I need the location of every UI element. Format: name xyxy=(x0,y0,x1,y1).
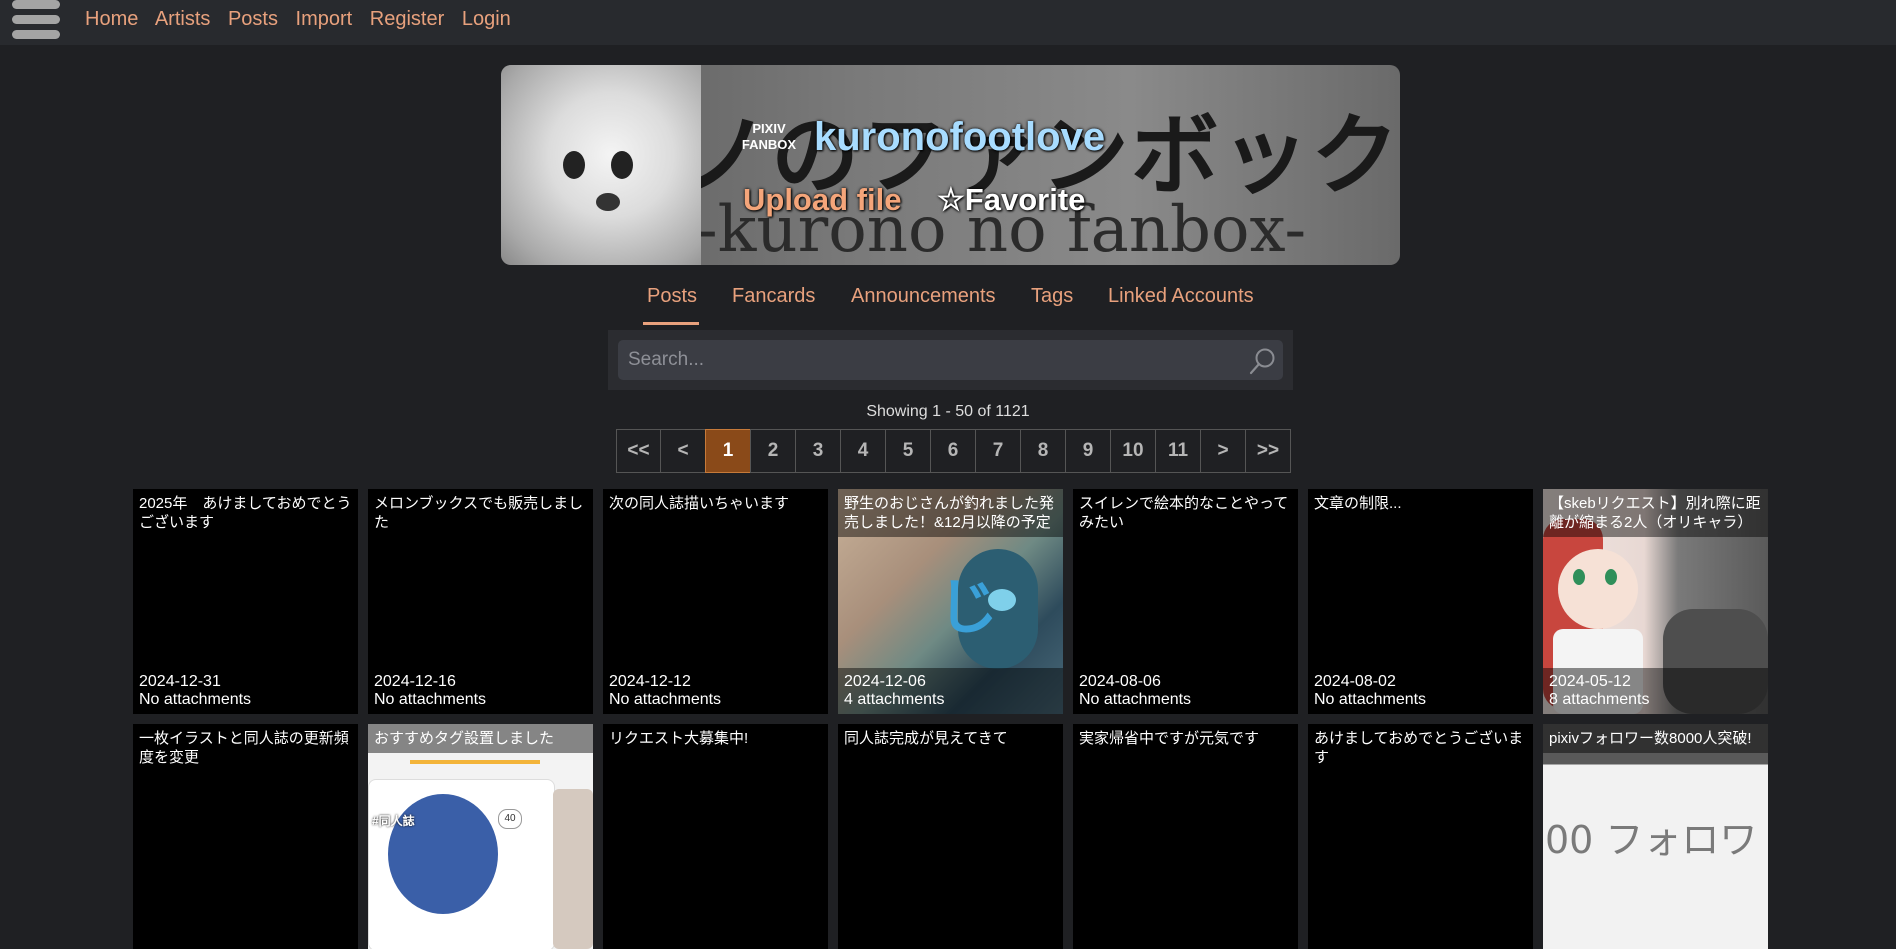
nav-links: Home Artists Posts Import Register Login xyxy=(85,8,523,31)
nav-register-link[interactable]: Register xyxy=(370,8,444,30)
post-footer: 2024-12-16 No attachments xyxy=(368,668,593,714)
post-thumbnail: #同人誌 40 xyxy=(368,724,593,949)
post-card[interactable]: 00 フォロワ pixivフォロワー数8000人突破! xyxy=(1543,724,1768,949)
page-button[interactable]: 4 xyxy=(840,429,886,473)
post-attachments: No attachments xyxy=(1079,691,1192,708)
post-attachments: No attachments xyxy=(139,691,252,708)
nav-posts-link[interactable]: Posts xyxy=(228,8,278,30)
post-title: あけましておめでとうございます xyxy=(1308,724,1533,772)
post-title: 【skebリクエスト】別れ際に距離が縮まる2人（オリキャラ） xyxy=(1543,489,1768,537)
upload-file-button[interactable]: Upload file xyxy=(743,182,901,218)
nav-import-link[interactable]: Import xyxy=(296,8,353,30)
post-card[interactable]: リクエスト大募集中! xyxy=(603,724,828,949)
page-button[interactable]: 11 xyxy=(1155,429,1201,473)
page-button[interactable]: < xyxy=(660,429,706,473)
fanbox-logo-icon: PIXIV FANBOX xyxy=(741,121,797,152)
page-button[interactable]: 3 xyxy=(795,429,841,473)
results-count: Showing 1 - 50 of 1121 xyxy=(866,403,1030,420)
page-button[interactable]: 10 xyxy=(1110,429,1156,473)
post-card[interactable]: 【skebリクエスト】別れ際に距離が縮まる2人（オリキャラ） 2024-05-12… xyxy=(1543,489,1768,714)
pagination: << <1 2 3 4 5 6 7 8 9 10 11 > >> xyxy=(616,429,1291,473)
post-title: 野生のおじさんが釣れました発売しました！&12月以降の予定 xyxy=(838,489,1063,537)
post-card[interactable]: #同人誌 40 おすすめタグ設置しました xyxy=(368,724,593,949)
tab-posts[interactable]: Posts xyxy=(642,285,700,325)
page-button[interactable]: << xyxy=(616,429,661,473)
post-title: 一枚イラストと同人誌の更新頻度を変更 xyxy=(133,724,358,772)
post-title: 実家帰省中ですが元気です xyxy=(1073,724,1298,753)
post-title: 同人誌完成が見えてきて xyxy=(838,724,1063,753)
post-date: 2024-12-16 xyxy=(374,673,456,690)
post-card[interactable]: 実家帰省中ですが元気です xyxy=(1073,724,1298,949)
post-title: メロンブックスでも販売しました xyxy=(368,489,593,537)
post-date: 2024-05-12 xyxy=(1549,673,1631,690)
post-card[interactable]: 文章の制限... 2024-08-02 No attachments xyxy=(1308,489,1533,714)
thumbnail-follower-text: 00 フォロワ xyxy=(1545,818,1758,862)
post-footer: 2024-05-12 8 attachments xyxy=(1543,668,1768,714)
artist-name[interactable]: kuronofootlove xyxy=(814,115,1105,160)
search-bar xyxy=(608,330,1293,390)
post-card[interactable]: 一枚イラストと同人誌の更新頻度を変更 xyxy=(133,724,358,949)
post-card[interactable]: 2025年 あけましておめでとうございます 2024-12-31 No attach… xyxy=(133,489,358,714)
post-date: 2024-12-12 xyxy=(609,673,691,690)
post-date: 2024-08-06 xyxy=(1079,673,1161,690)
nav-artists-link[interactable]: Artists xyxy=(155,8,211,30)
nav-home-link[interactable]: Home xyxy=(85,8,138,30)
favorite-button[interactable]: ☆Favorite xyxy=(937,182,1085,218)
post-footer: 2024-08-02 No attachments xyxy=(1308,668,1533,714)
post-footer: 2024-08-06 No attachments xyxy=(1073,668,1298,714)
page-button[interactable]: >> xyxy=(1245,429,1291,473)
page-button[interactable]: 2 xyxy=(750,429,796,473)
post-date: 2024-12-31 xyxy=(139,673,221,690)
post-title: おすすめタグ設置しました xyxy=(368,724,593,753)
post-card[interactable]: じ野生のおじさんが釣れました発売しました！&12月以降の予定 2024-12-06… xyxy=(838,489,1063,714)
top-nav-bar: Home Artists Posts Import Register Login xyxy=(0,0,1896,45)
page-button[interactable]: 7 xyxy=(975,429,1021,473)
post-attachments: 4 attachments xyxy=(844,691,945,708)
post-card[interactable]: あけましておめでとうございます xyxy=(1308,724,1533,949)
post-card[interactable]: 次の同人誌描いちゃいます 2024-12-12 No attachments xyxy=(603,489,828,714)
post-title: リクエスト大募集中! xyxy=(603,724,828,753)
page-button[interactable]: 9 xyxy=(1065,429,1111,473)
nav-login-link[interactable]: Login xyxy=(462,8,511,30)
tab-linked-accounts[interactable]: Linked Accounts xyxy=(1108,285,1254,308)
post-footer: 2024-12-31 No attachments xyxy=(133,668,358,714)
post-title: 2025年 あけましておめでとうございます xyxy=(133,489,358,537)
post-title: 次の同人誌描いちゃいます xyxy=(603,489,828,518)
thumbnail-tag-count: 40 xyxy=(498,809,522,829)
page-button[interactable]: 1 xyxy=(705,429,751,473)
tab-fancards[interactable]: Fancards xyxy=(732,285,815,308)
search-icon[interactable] xyxy=(1248,346,1278,376)
post-title: pixivフォロワー数8000人突破! xyxy=(1543,724,1768,753)
post-attachments: No attachments xyxy=(374,691,487,708)
post-card[interactable]: スイレンで絵本的なことやってみたい 2024-08-06 No attachment… xyxy=(1073,489,1298,714)
post-card[interactable]: メロンブックスでも販売しました 2024-12-16 No attachments xyxy=(368,489,593,714)
post-date: 2024-08-02 xyxy=(1314,673,1396,690)
post-footer: 2024-12-06 4 attachments xyxy=(838,668,1063,714)
post-date: 2024-12-06 xyxy=(844,673,926,690)
post-card[interactable]: 同人誌完成が見えてきて xyxy=(838,724,1063,949)
post-attachments: No attachments xyxy=(609,691,722,708)
post-title: 文章の制限... xyxy=(1308,489,1533,518)
page-button[interactable]: > xyxy=(1200,429,1246,473)
post-thumbnail: 00 フォロワ xyxy=(1543,724,1768,949)
post-attachments: 8 attachments xyxy=(1549,691,1650,708)
post-attachments: No attachments xyxy=(1314,691,1427,708)
artist-banner: ノのファンボックス -kurono no fanbox- PIXIV FANBO… xyxy=(501,65,1400,265)
page-button[interactable]: 5 xyxy=(885,429,931,473)
search-input[interactable] xyxy=(618,340,1283,380)
artist-avatar[interactable] xyxy=(501,65,701,265)
tab-tags[interactable]: Tags xyxy=(1031,285,1073,308)
tab-announcements[interactable]: Announcements xyxy=(851,285,996,308)
thumbnail-tag-label: #同人誌 xyxy=(372,814,415,828)
menu-icon[interactable] xyxy=(12,0,60,42)
post-title: スイレンで絵本的なことやってみたい xyxy=(1073,489,1298,537)
page-button[interactable]: 6 xyxy=(930,429,976,473)
post-footer: 2024-12-12 No attachments xyxy=(603,668,828,714)
page-button[interactable]: 8 xyxy=(1020,429,1066,473)
